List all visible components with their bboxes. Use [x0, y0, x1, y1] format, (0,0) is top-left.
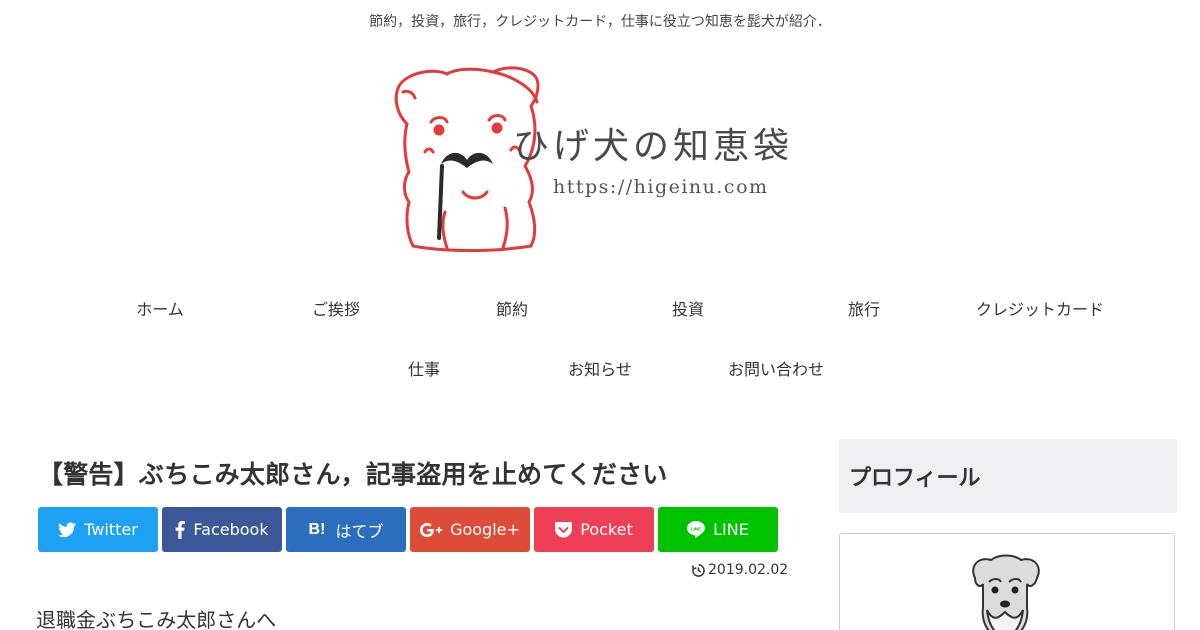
share-hatena-label: はてブ — [335, 521, 384, 541]
nav-item-greeting[interactable]: ご挨拶 — [248, 278, 424, 338]
logo-url: https://higeinu.com — [553, 176, 769, 198]
article-lead: 退職金ぶちこみ太郎さんへ — [36, 608, 277, 630]
nav-item-saving[interactable]: 節約 — [424, 278, 600, 338]
profile-card — [839, 533, 1175, 630]
article-date: 2019.02.02 — [692, 562, 788, 578]
share-line-label: LINE — [713, 520, 749, 539]
site-tagline: 節約，投資，旅行，クレジットカード，仕事に役立つ知恵を髭犬が紹介． — [369, 14, 831, 30]
svg-text:LINE: LINE — [691, 527, 701, 532]
share-twitter-button[interactable]: Twitter — [38, 507, 158, 552]
profile-avatar — [972, 554, 1040, 630]
history-icon — [692, 563, 705, 577]
nav-item-investment[interactable]: 投資 — [600, 278, 776, 338]
share-twitter-label: Twitter — [84, 520, 138, 539]
pocket-icon — [555, 521, 573, 537]
twitter-icon — [58, 521, 77, 537]
site-logo[interactable]: ひげ犬の知恵袋 https://higeinu.com — [385, 62, 825, 258]
nav-item-credit-card[interactable]: クレジットカード — [952, 278, 1128, 338]
line-icon: LINE — [687, 521, 706, 538]
article-date-text: 2019.02.02 — [708, 562, 789, 578]
article-title: 【警告】ぶちこみ太郎さん，記事盗用を止めてください — [38, 460, 668, 489]
nav-row-1: ホーム ご挨拶 節約 投資 旅行 クレジットカード — [72, 278, 1128, 338]
google-plus-icon — [420, 522, 443, 537]
nav-item-home[interactable]: ホーム — [72, 278, 248, 338]
article: 【警告】ぶちこみ太郎さん，記事盗用を止めてください — [36, 440, 780, 510]
share-pocket-label: Pocket — [580, 520, 633, 539]
global-nav: ホーム ご挨拶 節約 投資 旅行 クレジットカード 仕事 お知らせ お問い合わせ — [72, 278, 1128, 398]
hatena-icon: B! — [308, 520, 326, 538]
share-facebook-label: Facebook — [193, 520, 269, 539]
share-buttons: Twitter Facebook B! はてブ Google+ Pocket L… — [38, 507, 782, 552]
share-google-button[interactable]: Google+ — [410, 507, 530, 552]
facebook-icon — [176, 520, 186, 539]
share-pocket-button[interactable]: Pocket — [534, 507, 654, 552]
share-google-label: Google+ — [450, 520, 520, 539]
share-line-button[interactable]: LINE LINE — [658, 507, 778, 552]
nav-item-travel[interactable]: 旅行 — [776, 278, 952, 338]
nav-item-news[interactable]: お知らせ — [512, 338, 688, 398]
nav-item-contact[interactable]: お問い合わせ — [688, 338, 864, 398]
share-hatena-button[interactable]: B! はてブ — [286, 507, 406, 552]
nav-item-work[interactable]: 仕事 — [336, 338, 512, 398]
profile-heading: プロフィール — [839, 439, 1177, 513]
share-facebook-button[interactable]: Facebook — [162, 507, 282, 552]
logo-title: ひげ犬の知恵袋 — [513, 126, 793, 167]
nav-row-2: 仕事 お知らせ お問い合わせ — [72, 338, 1128, 398]
